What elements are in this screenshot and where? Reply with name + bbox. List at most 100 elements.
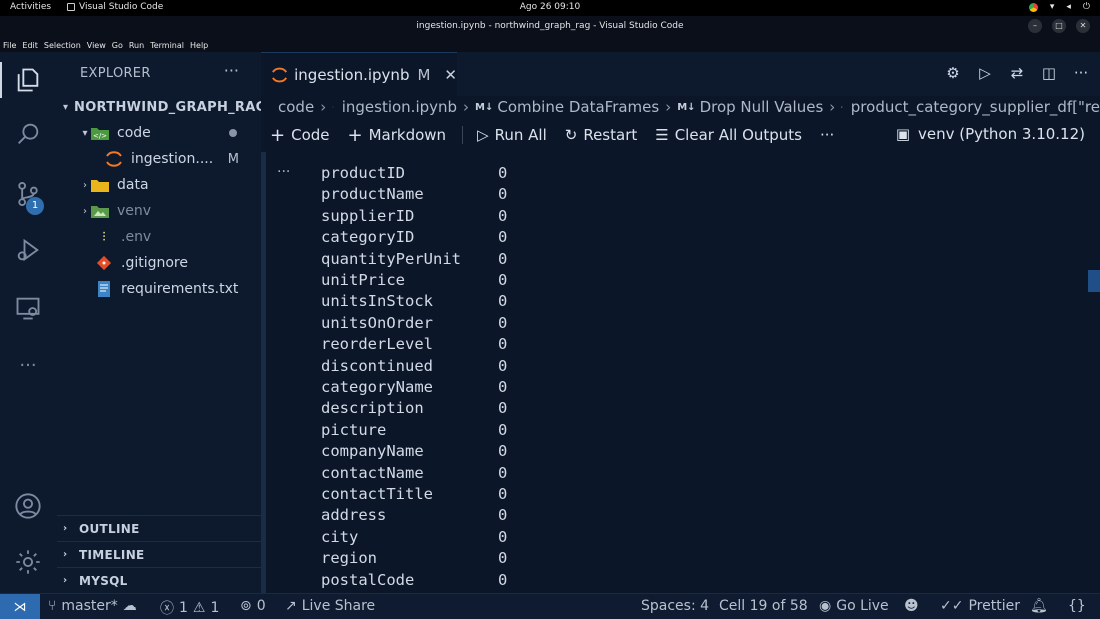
breadcrumb-symbol[interactable]: product_category_supplier_df["re xyxy=(851,98,1100,116)
column-name: unitPrice xyxy=(321,271,405,289)
chevron-right-icon: › xyxy=(320,98,327,116)
menu-bar: File Edit Selection View Go Run Terminal… xyxy=(0,38,1100,52)
settings-gear-icon[interactable] xyxy=(14,548,42,576)
column-name: discontinued xyxy=(321,356,433,375)
search-icon[interactable] xyxy=(14,120,42,148)
error-count: 1 xyxy=(179,600,188,616)
menu-terminal[interactable]: Terminal xyxy=(150,41,184,50)
ports-indicator[interactable]: ⊚ 0 xyxy=(240,598,266,614)
section-timeline[interactable]: › TIMELINE xyxy=(57,541,261,567)
menu-run[interactable]: Run xyxy=(129,41,144,50)
output-actions-button[interactable]: ··· xyxy=(277,164,290,180)
branch-indicator[interactable]: ⑂ master* ☁ xyxy=(48,598,137,614)
prettier-button[interactable]: ✓✓ Prettier xyxy=(940,598,1020,614)
tree-item-data[interactable]: › data xyxy=(57,172,261,198)
toolbar-more-button[interactable]: ··· xyxy=(820,126,834,144)
tree-item-label: requirements.txt xyxy=(121,281,239,297)
error-icon: ⓧ xyxy=(160,601,174,617)
breadcrumb: code › ingestion.ipynb › M↓ Combine Data… xyxy=(261,96,1100,118)
maximize-button[interactable]: □ xyxy=(1052,19,1066,33)
power-icon[interactable]: ⏻ xyxy=(1083,2,1090,12)
editor-actions: ⚙ ▷ ⇄ ◫ ··· xyxy=(944,64,1090,82)
section-outline[interactable]: › OUTLINE xyxy=(57,515,261,541)
more-views-icon[interactable]: ··· xyxy=(14,352,42,380)
tree-item-venv[interactable]: › venv xyxy=(57,198,261,224)
restart-icon: ↻ xyxy=(564,126,578,144)
tree-item-gitignore[interactable]: .gitignore xyxy=(57,250,261,276)
text-file-icon xyxy=(95,281,113,297)
null-count: 0 xyxy=(498,164,508,182)
menu-go[interactable]: Go xyxy=(112,41,123,50)
menu-help[interactable]: Help xyxy=(190,41,208,50)
column-name: contactTitle xyxy=(321,485,433,503)
run-debug-icon[interactable] xyxy=(14,236,42,264)
jupyter-icon xyxy=(332,106,334,108)
chrome-icon[interactable] xyxy=(1028,2,1038,12)
tree-item-requirements[interactable]: requirements.txt xyxy=(57,276,261,302)
chevron-right-icon: › xyxy=(665,98,672,116)
menu-edit[interactable]: Edit xyxy=(22,41,38,50)
add-code-cell-button[interactable]: + Code xyxy=(270,125,330,146)
breadcrumb-folder[interactable]: code xyxy=(278,98,314,116)
column-name: unitsOnOrder xyxy=(321,313,433,332)
kernel-label: venv (Python 3.10.12) xyxy=(918,125,1085,143)
scrollbar-marker[interactable] xyxy=(1088,270,1100,292)
braces-icon[interactable]: {} xyxy=(1068,598,1086,614)
wifi-icon[interactable]: ▾ xyxy=(1050,2,1055,12)
tab-label: ingestion.ipynb xyxy=(294,65,410,84)
indentation-indicator[interactable]: Spaces: 4 xyxy=(641,598,709,614)
close-tab-icon[interactable]: ✕ xyxy=(444,66,457,84)
go-live-button[interactable]: ◉ Go Live xyxy=(819,598,889,614)
column-name: quantityPerUnit xyxy=(321,249,461,268)
remote-indicator[interactable]: ⋊ xyxy=(0,594,40,619)
cell-position-indicator[interactable]: Cell 19 of 58 xyxy=(719,598,808,614)
tab-ingestion[interactable]: ingestion.ipynb M ✕ xyxy=(261,52,457,96)
kernel-picker[interactable]: ▣ venv (Python 3.10.12) xyxy=(896,125,1085,143)
remote-explorer-icon[interactable] xyxy=(14,294,42,322)
explorer-icon[interactable] xyxy=(14,66,42,94)
split-editor-icon[interactable]: ◫ xyxy=(1040,64,1058,82)
output-row: companyName 0 xyxy=(321,442,507,463)
output-row: categoryID 0 xyxy=(321,228,507,249)
tree-item-env[interactable]: ⫶ .env xyxy=(57,224,261,250)
section-mysql[interactable]: › MYSQL xyxy=(57,567,261,593)
chevron-right-icon: › xyxy=(463,98,470,116)
menu-selection[interactable]: Selection xyxy=(44,41,81,50)
run-icon[interactable]: ▷ xyxy=(976,64,994,82)
null-count: 0 xyxy=(498,463,508,482)
output-row: contactName 0 xyxy=(321,464,507,485)
breadcrumb-section-drop[interactable]: Drop Null Values xyxy=(700,98,824,116)
restart-kernel-button[interactable]: ↻ Restart xyxy=(565,126,638,144)
more-actions-icon[interactable]: ··· xyxy=(1072,64,1090,82)
null-count: 0 xyxy=(498,228,508,247)
problems-indicator[interactable]: ⓧ 1 ⚠ 1 xyxy=(160,598,219,618)
gear-icon[interactable]: ⚙ xyxy=(944,64,962,82)
project-root[interactable]: ▾ NORTHWIND_GRAPH_RAG xyxy=(57,94,266,120)
tree-item-ingestion[interactable]: ingestion.... M xyxy=(57,146,261,172)
run-all-button[interactable]: ▷ Run All xyxy=(477,126,547,144)
add-markdown-cell-button[interactable]: + Markdown xyxy=(348,125,447,146)
live-share-button[interactable]: ↗ Live Share xyxy=(285,598,375,614)
clear-outputs-button[interactable]: ☰ Clear All Outputs xyxy=(655,126,802,144)
volume-icon[interactable]: ◂ xyxy=(1066,2,1071,12)
accounts-icon[interactable] xyxy=(14,492,42,520)
compare-changes-icon[interactable]: ⇄ xyxy=(1008,64,1026,82)
cell-gutter[interactable] xyxy=(261,152,266,593)
explorer-more-button[interactable]: ··· xyxy=(224,61,239,80)
column-name: unitsInStock xyxy=(321,292,433,311)
menu-view[interactable]: View xyxy=(87,41,106,50)
tree-item-code[interactable]: ▾ </> code xyxy=(57,120,261,146)
clock[interactable]: Ago 26 09:10 xyxy=(0,2,1100,12)
modified-dot xyxy=(229,129,237,137)
folder-icon xyxy=(91,177,109,193)
minimize-button[interactable]: – xyxy=(1028,19,1042,33)
menu-file[interactable]: File xyxy=(3,41,16,50)
system-tray[interactable]: ▾ ◂ ⏻ xyxy=(1028,2,1090,12)
breadcrumb-file[interactable]: ingestion.ipynb xyxy=(342,98,457,116)
output-row: postalCode 0 xyxy=(321,571,507,592)
close-window-button[interactable]: ✕ xyxy=(1076,19,1090,33)
breadcrumb-section-combine[interactable]: Combine DataFrames xyxy=(497,98,659,116)
notifications-bell-icon[interactable]: 🔔︎ xyxy=(1030,598,1048,614)
null-count: 0 xyxy=(498,570,508,589)
copilot-icon[interactable]: ☻ xyxy=(904,598,919,614)
